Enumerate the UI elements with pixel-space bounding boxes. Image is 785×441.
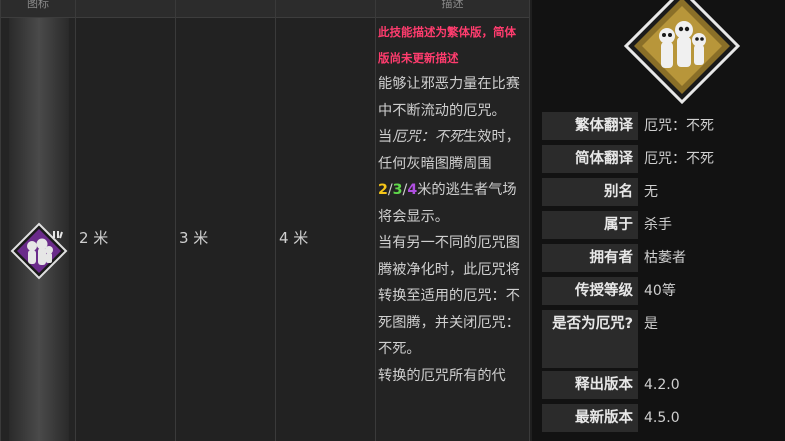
row-label: 繁体翻译 xyxy=(542,112,638,140)
range-column-1: 2 米 xyxy=(76,0,176,441)
perk-table: 图标 2 米 3 米 4 米 描述 此技能描述为繁体版，简体版尚未更新描述 能够… xyxy=(0,0,530,441)
owner-link[interactable]: 枯萎者 xyxy=(644,244,686,272)
info-row-alias: 别名 无 xyxy=(542,178,777,206)
info-row-latest-version: 最新版本 4.5.0 xyxy=(542,404,777,432)
tier3-value: 4 xyxy=(407,182,418,198)
row-label: 传授等级 xyxy=(542,277,638,305)
info-row-traditional: 繁体翻译 厄咒：不死 xyxy=(542,112,777,140)
description-column: 描述 此技能描述为繁体版，简体版尚未更新描述 能够让邪恶力量在比赛中不断流动的厄… xyxy=(376,0,530,441)
description-paragraph: 当厄咒：不死生效时，任何灰暗图腾周围2/3/4米的逃生者气场将会显示。 xyxy=(378,124,526,230)
row-value: 4.2.0 xyxy=(644,377,680,393)
row-label: 拥有者 xyxy=(542,244,638,272)
row-label: 最新版本 xyxy=(542,404,638,432)
row-value: 4.5.0 xyxy=(644,410,680,426)
tier1-value: 2 xyxy=(378,182,388,198)
column-header xyxy=(76,0,175,18)
range-column-3: 4 米 xyxy=(276,0,376,441)
tier2-value: 3 xyxy=(392,182,403,198)
text: 当 xyxy=(378,129,393,145)
info-row-owner: 拥有者 枯萎者 xyxy=(542,244,777,272)
description-paragraph: 能够让邪恶力量在比赛中不断流动的厄咒。 xyxy=(378,76,520,119)
info-row-role: 属于 杀手 xyxy=(542,211,777,239)
perk-description: 此技能描述为繁体版，简体版尚未更新描述 能够让邪恶力量在比赛中不断流动的厄咒。 … xyxy=(378,19,526,389)
icon-column: 图标 xyxy=(0,0,76,441)
row-value: 杀手 xyxy=(644,217,672,233)
info-row-simplified: 简体翻译 厄咒：不死 xyxy=(542,145,777,173)
row-label: 别名 xyxy=(542,178,638,206)
info-row-is-hex: 是否为厄咒? 是 xyxy=(542,310,777,368)
description-paragraph: 当有另一不同的厄咒图腾被净化时，此厄咒将转换至适用的厄咒：不死图腾，并关闭厄咒：… xyxy=(378,235,520,357)
row-label: 属于 xyxy=(542,211,638,239)
range-column-2: 3 米 xyxy=(176,0,276,441)
header-icon-label: 图标 xyxy=(27,0,49,10)
hex-undying-perk-icon xyxy=(10,222,68,280)
range-value-tier2: 3 米 xyxy=(179,229,209,247)
row-value: 是 xyxy=(644,316,658,332)
row-label: 释出版本 xyxy=(542,371,638,399)
translation-note: 此技能描述为繁体版，简体版尚未更新描述 xyxy=(378,25,516,65)
info-row-release-version: 释出版本 4.2.0 xyxy=(542,371,777,399)
row-value: 40等 xyxy=(644,283,676,299)
row-value: 厄咒：不死 xyxy=(644,151,714,167)
skulls-portrait-icon xyxy=(623,0,741,104)
infobox: 繁体翻译 厄咒：不死 简体翻译 厄咒：不死 别名 无 属于 杀手 拥有者 枯萎者… xyxy=(532,0,785,441)
info-row-teach-level: 传授等级 40等 xyxy=(542,277,777,305)
row-value: 无 xyxy=(644,184,658,200)
row-value: 厄咒：不死 xyxy=(644,118,714,134)
row-label: 简体翻译 xyxy=(542,145,638,173)
header-description-label: 描述 xyxy=(441,0,464,10)
column-header: 图标 xyxy=(1,0,75,18)
column-header xyxy=(276,0,375,18)
hex-name: 厄咒：不死 xyxy=(392,129,464,145)
range-value-tier1: 2 米 xyxy=(79,229,109,247)
row-label: 是否为厄咒? xyxy=(542,310,638,368)
range-value-tier3: 4 米 xyxy=(279,229,309,247)
column-header: 描述 xyxy=(376,0,529,18)
description-paragraph: 转换的厄咒所有的代 xyxy=(378,367,506,384)
column-header xyxy=(176,0,275,18)
